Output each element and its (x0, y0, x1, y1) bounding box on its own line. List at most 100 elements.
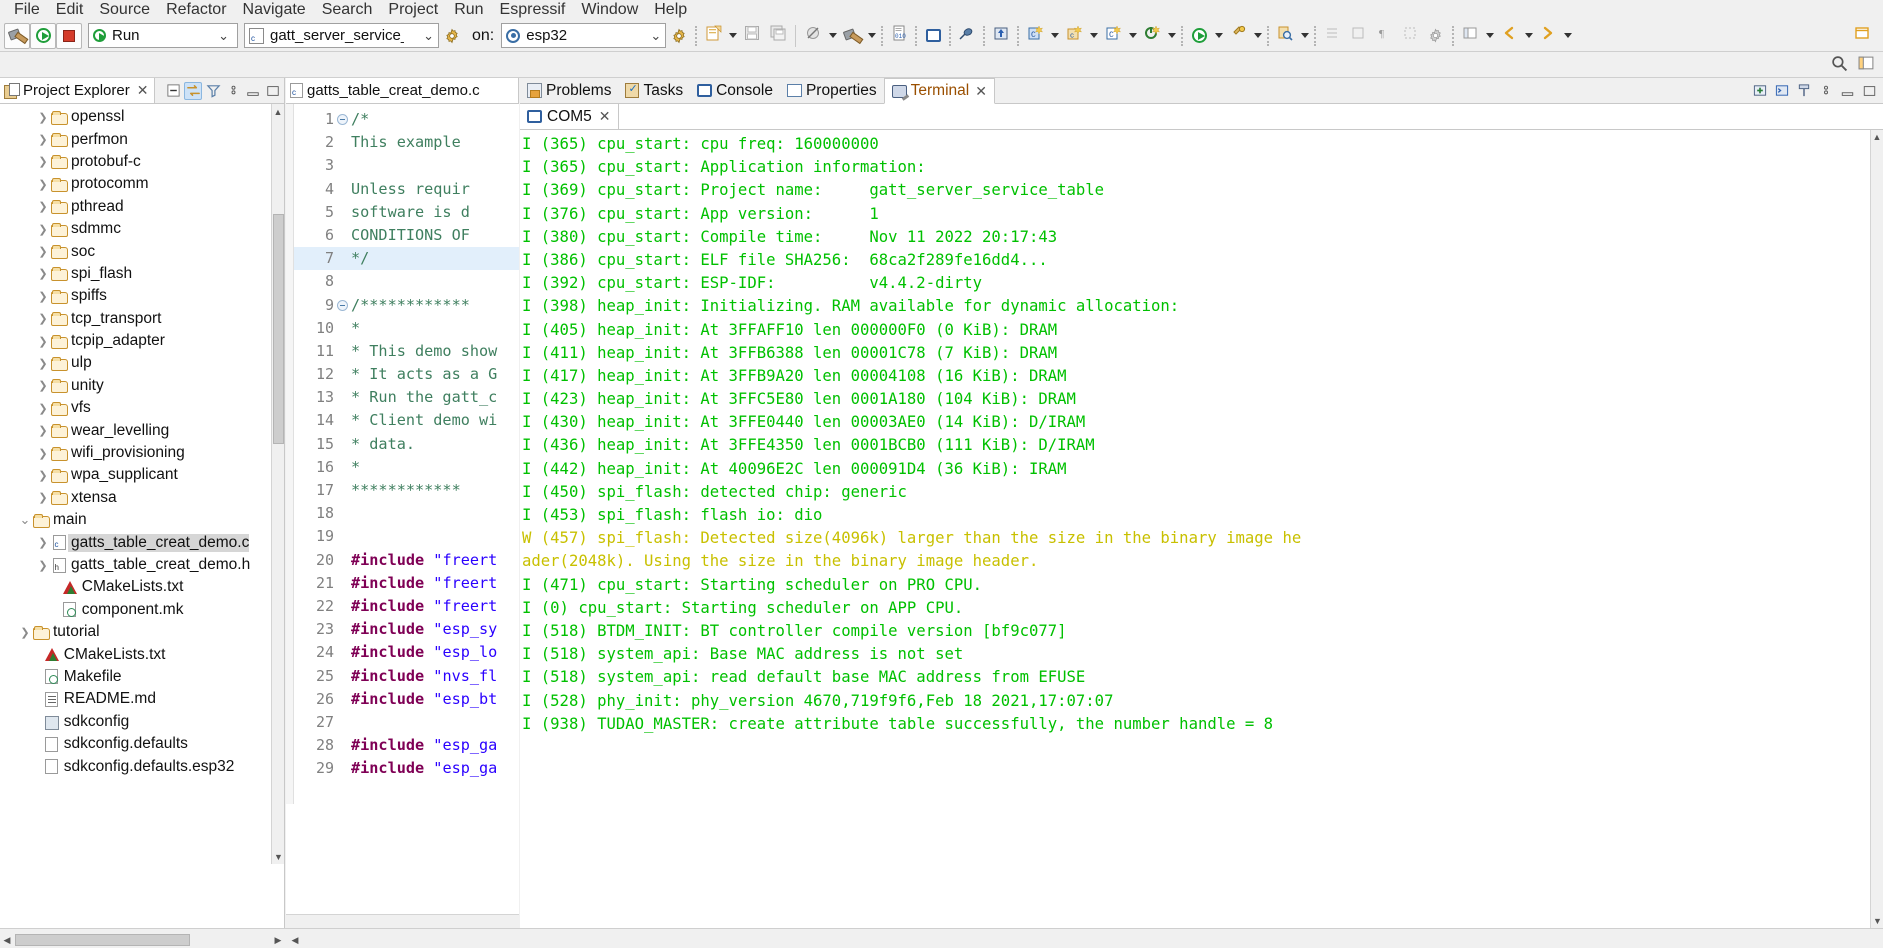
quick-search-icon[interactable] (1831, 55, 1848, 77)
chevron-right-icon[interactable]: ❯ (36, 559, 50, 572)
skip-breakpoints-button[interactable] (800, 23, 826, 49)
tree-item-gatts-table-creat-demo-h[interactable]: ❯ gatts_table_creat_demo.h (0, 554, 284, 576)
view-menu-icon[interactable] (224, 82, 242, 100)
menu-item-file[interactable]: File (6, 0, 48, 20)
editor-text-area[interactable]: 1/* 2 This example 34 Unless requir 5 soft… (286, 104, 519, 804)
tree-item-gatts-table-creat-demo-c[interactable]: ❯ gatts_table_creat_demo.c (0, 531, 284, 553)
chevron-right-icon[interactable]: ❯ (36, 335, 50, 348)
external-tools-dropdown[interactable] (1251, 24, 1264, 48)
tree-item-component-mk[interactable]: component.mk (0, 599, 284, 621)
tree-item-sdkconfig[interactable]: sdkconfig (0, 711, 284, 733)
terminal-scrollbar[interactable]: ▲ ▼ (1870, 130, 1883, 928)
tree-item-cmakelists-txt[interactable]: CMakeLists.txt (0, 643, 284, 665)
new-dropdown[interactable] (726, 24, 739, 48)
chevron-right-icon[interactable]: ❯ (36, 379, 50, 392)
run-button[interactable] (30, 22, 56, 49)
chevron-right-icon[interactable]: ❯ (36, 447, 50, 460)
tree-item-ulp[interactable]: ❯ ulp (0, 352, 284, 374)
new-c-project-button[interactable]: c (1061, 23, 1087, 49)
project-tree-scrollbar[interactable]: ▲ ▼ (271, 104, 284, 864)
tree-item-makefile[interactable]: Makefile (0, 666, 284, 688)
goto-button[interactable] (1139, 23, 1165, 49)
chevron-right-icon[interactable]: ❯ (36, 133, 50, 146)
tree-item-wifi-provisioning[interactable]: ❯ wifi_provisioning (0, 442, 284, 464)
run-last-button[interactable] (1186, 23, 1212, 49)
new-c-class-dropdown[interactable] (1048, 24, 1061, 48)
tree-item-tcp-transport[interactable]: ❯ tcp_transport (0, 308, 284, 330)
tree-item-wpa-supplicant[interactable]: ❯ wpa_supplicant (0, 464, 284, 486)
launch-mode-combo[interactable]: Run ⌄ (88, 23, 238, 48)
target-combo[interactable]: esp32 ⌄ (501, 23, 667, 48)
chevron-right-icon[interactable]: ❯ (36, 312, 50, 325)
terminal-tab-com5[interactable]: COM5 ✕ (520, 104, 619, 129)
tree-item-soc[interactable]: ❯ soc (0, 240, 284, 262)
build-button[interactable] (4, 22, 30, 49)
tree-item-wear-levelling[interactable]: ❯ wear_levelling (0, 419, 284, 441)
link-with-editor-icon[interactable] (184, 81, 202, 100)
tree-item-xtensa[interactable]: ❯ xtensa (0, 487, 284, 509)
open-console-button[interactable] (920, 23, 946, 49)
launch-config-settings-button[interactable] (439, 23, 465, 49)
close-icon[interactable]: ✕ (975, 83, 987, 100)
close-icon[interactable]: ✕ (599, 108, 611, 125)
new-c-file-button[interactable]: C (1100, 23, 1126, 49)
chevron-right-icon[interactable]: ❯ (36, 424, 50, 437)
tree-item-unity[interactable]: ❯ unity (0, 375, 284, 397)
hex-view-button[interactable]: 010 (886, 23, 912, 49)
scroll-down-icon[interactable]: ▼ (1871, 914, 1883, 928)
back-dropdown[interactable] (1522, 24, 1535, 48)
menu-item-project[interactable]: Project (380, 0, 446, 20)
tree-item-protobuf-c[interactable]: ❯ protobuf-c (0, 151, 284, 173)
project-tree[interactable]: ❯ openssl ❯ perfmon ❯ protobuf-c ❯ protocomm ❯ pt… (0, 104, 284, 894)
prev-annotation-button[interactable] (1345, 23, 1371, 49)
chevron-right-icon[interactable]: ❯ (36, 491, 50, 504)
tab-gatts-table-creat-demo-c[interactable]: gatts_table_creat_demo.c (286, 78, 519, 103)
tab-project-explorer[interactable]: Project Explorer ✕ (0, 78, 156, 103)
menu-item-edit[interactable]: Edit (48, 0, 92, 20)
menu-item-source[interactable]: Source (91, 0, 158, 20)
tree-item-spiffs[interactable]: ❯ spiffs (0, 285, 284, 307)
tree-item-sdkconfig-defaults-esp32[interactable]: sdkconfig.defaults.esp32 (0, 755, 284, 777)
menu-item-window[interactable]: Window (573, 0, 646, 20)
chevron-right-icon[interactable]: ❯ (36, 111, 50, 124)
new-button[interactable] (700, 23, 726, 49)
menu-item-espressif[interactable]: Espressif (492, 0, 574, 20)
tree-item-vfs[interactable]: ❯ vfs (0, 397, 284, 419)
new-c-project-dropdown[interactable] (1087, 24, 1100, 48)
editor-scroll-left-icon[interactable]: ◀ (288, 933, 302, 948)
chevron-down-icon[interactable]: ⌄ (421, 28, 436, 44)
chevron-right-icon[interactable]: ❯ (36, 267, 50, 280)
back-button[interactable] (1496, 23, 1522, 49)
maximize-icon[interactable] (1861, 82, 1878, 99)
menu-item-search[interactable]: Search (314, 0, 381, 20)
menu-item-help[interactable]: Help (646, 0, 695, 20)
tree-item-tutorial[interactable]: ❯ tutorial (0, 621, 284, 643)
tree-item-main[interactable]: ⌄ main (0, 509, 284, 531)
tab-properties[interactable]: Properties (780, 78, 884, 103)
fold-collapse-icon[interactable] (337, 299, 348, 311)
build-all-button[interactable] (839, 23, 865, 49)
target-settings-button[interactable] (666, 23, 692, 49)
restore-toolbar-button[interactable] (1849, 23, 1875, 49)
search-resource-dropdown[interactable] (1298, 24, 1311, 48)
chevron-right-icon[interactable]: ❯ (36, 290, 50, 303)
save-all-button[interactable] (765, 23, 791, 49)
skip-breakpoints-dropdown[interactable] (826, 24, 839, 48)
menu-item-refactor[interactable]: Refactor (158, 0, 234, 20)
perspective-dropdown[interactable] (1483, 24, 1496, 48)
new-terminal-icon[interactable] (1751, 82, 1768, 99)
build-all-dropdown[interactable] (865, 24, 878, 48)
minimize-icon[interactable] (244, 82, 262, 100)
tree-item-cmakelists-txt[interactable]: CMakeLists.txt (0, 576, 284, 598)
tab-terminal[interactable]: Terminal ✕ (883, 78, 995, 104)
tree-item-tcpip-adapter[interactable]: ❯ tcpip_adapter (0, 330, 284, 352)
tab-problems[interactable]: Problems (520, 78, 618, 103)
open-perspective-icon[interactable] (1858, 55, 1875, 77)
open-terminal-button[interactable] (988, 23, 1014, 49)
chevron-right-icon[interactable]: ❯ (36, 200, 50, 213)
close-icon[interactable]: ✕ (137, 82, 149, 99)
tree-item-perfmon[interactable]: ❯ perfmon (0, 128, 284, 150)
chevron-down-icon[interactable]: ⌄ (212, 28, 235, 44)
search-resource-button[interactable] (1272, 23, 1298, 49)
tree-item-sdmmc[interactable]: ❯ sdmmc (0, 218, 284, 240)
